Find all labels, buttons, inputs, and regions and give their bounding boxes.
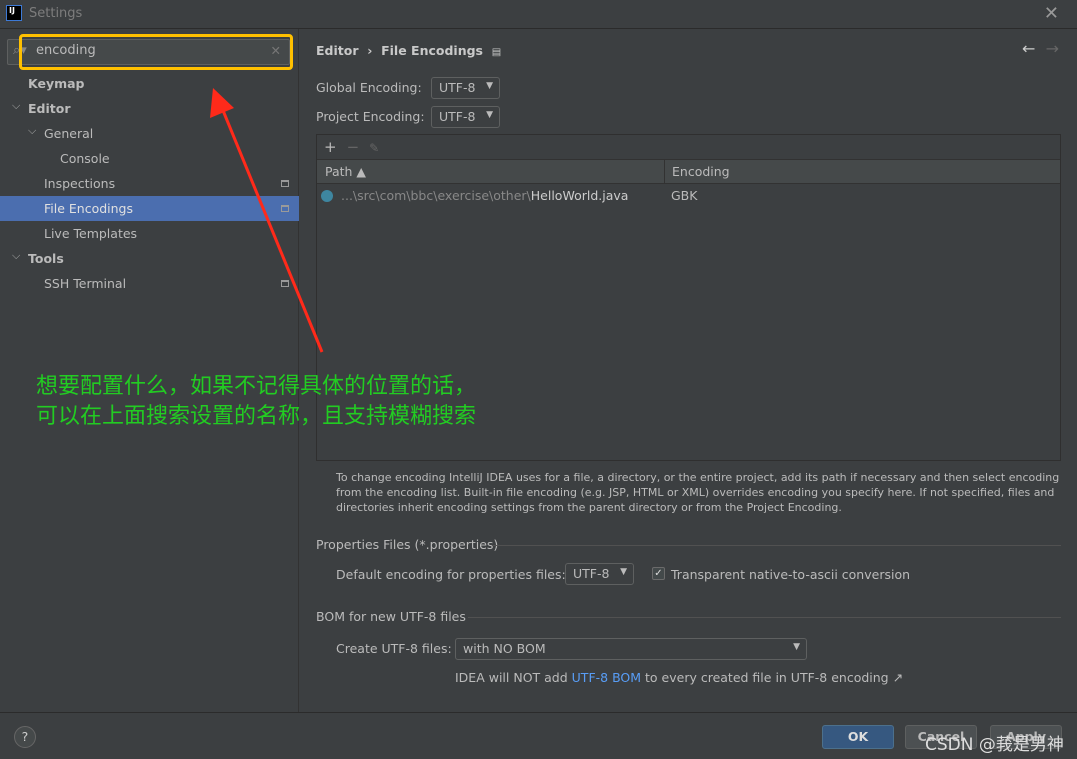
sidebar-item-console[interactable]: Console	[0, 146, 299, 171]
title-bar: IJ Settings ✕	[0, 0, 1077, 29]
annotation-text: 想要配置什么，如果不记得具体的位置的话， 可以在上面搜索设置的名称，且支持模糊搜索	[36, 372, 476, 432]
bom-note: IDEA will NOT add UTF-8 BOM to every cre…	[455, 670, 903, 685]
back-arrow-icon[interactable]: ←	[1022, 39, 1035, 58]
project-scope-icon	[281, 205, 289, 212]
row-path: ...\src\com\bbc\exercise\other\HelloWorl…	[341, 184, 628, 208]
chevron-down-icon[interactable]: ⌵	[28, 118, 36, 143]
help-button[interactable]: ?	[14, 726, 36, 748]
search-icon[interactable]: ⌕▾	[13, 43, 27, 58]
global-encoding-select[interactable]: UTF-8 ▼	[431, 77, 500, 99]
search-input[interactable]	[36, 43, 266, 58]
chevron-down-icon: ▼	[486, 81, 493, 91]
native-to-ascii-label[interactable]: Transparent native-to-ascii conversion	[671, 567, 910, 582]
sidebar-item-file-encodings[interactable]: File Encodings	[0, 196, 299, 221]
chevron-down-icon: ▼	[793, 642, 800, 652]
breadcrumb-parent[interactable]: Editor	[316, 43, 359, 58]
row-encoding[interactable]: GBK	[671, 184, 697, 208]
properties-encoding-select[interactable]: UTF-8 ▼	[565, 563, 634, 585]
annotation-line-1: 想要配置什么，如果不记得具体的位置的话，	[36, 374, 477, 399]
bom-note-text: IDEA will NOT add	[455, 670, 572, 685]
divider	[468, 617, 1061, 618]
apply-button[interactable]: Apply	[990, 725, 1062, 749]
java-class-icon	[321, 190, 333, 202]
navigation: ← →	[1022, 39, 1059, 58]
dialog-footer: ? OK Cancel Apply	[0, 712, 1077, 759]
utf8-bom-link[interactable]: UTF-8 BOM	[572, 670, 641, 685]
column-divider	[664, 160, 665, 184]
sidebar-item-label: Live Templates	[44, 226, 138, 241]
chevron-down-icon[interactable]: ⌵	[12, 243, 20, 268]
app-logo: IJ	[6, 5, 22, 21]
help-text: To change encoding IntelliJ IDEA uses fo…	[336, 471, 1060, 514]
project-encoding-value: UTF-8	[439, 109, 476, 124]
project-scope-icon: ▤	[491, 47, 502, 58]
project-encoding-select[interactable]: UTF-8 ▼	[431, 106, 500, 128]
ok-button[interactable]: OK	[822, 725, 894, 749]
sidebar-item-ssh-terminal[interactable]: SSH Terminal	[0, 271, 299, 296]
project-scope-icon	[281, 280, 289, 287]
table-row[interactable]: ...\src\com\bbc\exercise\other\HelloWorl…	[317, 184, 1060, 208]
global-encoding-value: UTF-8	[439, 80, 476, 95]
annotation-line-2: 可以在上面搜索设置的名称，且支持模糊搜索	[36, 404, 477, 429]
table-toolbar: + − ✎	[317, 135, 1060, 160]
sidebar-item-editor[interactable]: ⌵ Editor	[0, 96, 299, 121]
global-encoding-label: Global Encoding:	[316, 80, 422, 95]
breadcrumb: Editor › File Encodings ▤	[316, 43, 501, 58]
sidebar-item-label: File Encodings	[44, 201, 134, 216]
bom-note-text-end: to every created file in UTF-8 encoding …	[641, 670, 904, 685]
edit-icon[interactable]: ✎	[369, 141, 379, 155]
properties-encoding-value: UTF-8	[573, 566, 610, 581]
close-icon[interactable]: ✕	[1044, 3, 1059, 24]
remove-icon[interactable]: −	[347, 138, 360, 156]
sidebar-item-label: General	[44, 126, 94, 141]
chevron-down-icon[interactable]: ⌵	[12, 93, 20, 118]
sidebar-item-label: Inspections	[44, 176, 116, 191]
bom-value: with NO BOM	[463, 641, 546, 656]
sidebar-item-label: Tools	[28, 251, 64, 266]
sidebar-item-general[interactable]: ⌵ General	[0, 121, 299, 146]
sidebar-item-label: Keymap	[28, 76, 85, 91]
sidebar-item-tools[interactable]: ⌵ Tools	[0, 246, 299, 271]
bom-section-title: BOM for new UTF-8 files	[316, 609, 466, 624]
add-icon[interactable]: +	[324, 138, 337, 156]
table-header: Path ▲ Encoding	[317, 160, 1060, 184]
divider	[492, 545, 1061, 546]
forward-arrow-icon[interactable]: →	[1046, 39, 1059, 58]
path-prefix: ...\src\com\bbc\exercise\other\	[341, 188, 531, 203]
sidebar-item-live-templates[interactable]: Live Templates	[0, 221, 299, 246]
clear-icon[interactable]: ✕	[271, 43, 281, 58]
sidebar-item-label: SSH Terminal	[44, 276, 127, 291]
settings-search[interactable]: ⌕▾ ✕	[7, 39, 290, 65]
settings-tree: Keymap ⌵ Editor ⌵ General Console Inspections F…	[0, 71, 299, 296]
sidebar-item-inspections[interactable]: Inspections	[0, 171, 299, 196]
cancel-button[interactable]: Cancel	[905, 725, 977, 749]
sidebar-item-keymap[interactable]: Keymap	[0, 71, 299, 96]
create-utf8-label: Create UTF-8 files:	[336, 641, 452, 656]
breadcrumb-separator: ›	[367, 43, 373, 58]
column-encoding[interactable]: Encoding	[672, 160, 730, 184]
project-scope-icon	[281, 180, 289, 187]
column-path[interactable]: Path ▲	[325, 160, 366, 184]
sidebar-item-label: Console	[60, 151, 110, 166]
properties-encoding-label: Default encoding for properties files:	[336, 567, 566, 582]
project-encoding-label: Project Encoding:	[316, 109, 425, 124]
breadcrumb-current: File Encodings	[381, 43, 483, 58]
chevron-down-icon: ▼	[620, 567, 627, 577]
bom-select[interactable]: with NO BOM ▼	[455, 638, 807, 660]
file-encodings-panel: Editor › File Encodings ▤ ← → Global Enc…	[300, 29, 1077, 712]
window-title: Settings	[29, 6, 83, 21]
chevron-down-icon: ▼	[486, 110, 493, 120]
properties-section-title: Properties Files (*.properties)	[316, 537, 499, 552]
native-to-ascii-checkbox[interactable]: ✓	[652, 567, 665, 580]
file-name: HelloWorld.java	[530, 188, 629, 203]
sidebar: ⌕▾ ✕ Keymap⌵Editor⌵GeneralConsoleInspect…	[0, 29, 299, 712]
